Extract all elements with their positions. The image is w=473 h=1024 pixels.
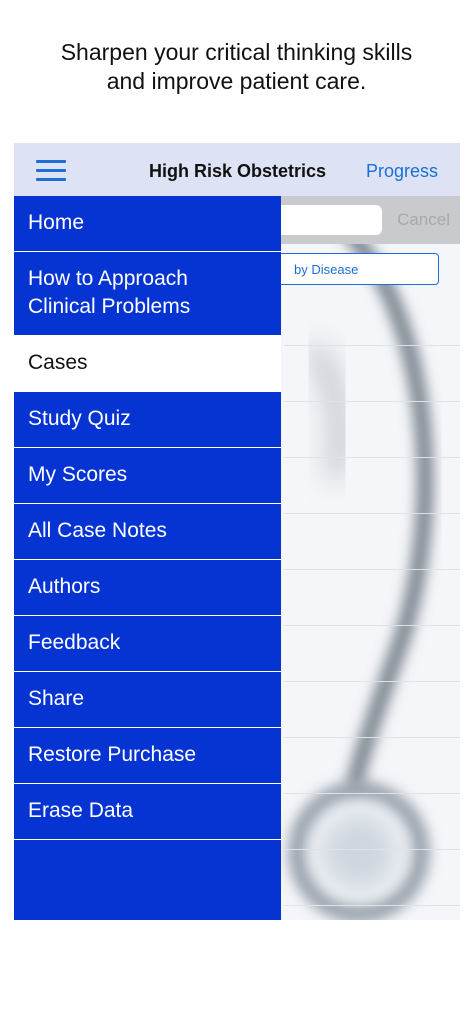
menu-item-label-line-1: How to Approach <box>28 267 188 290</box>
menu-item-feedback[interactable]: Feedback <box>14 616 281 672</box>
menu-item-label: Study Quiz <box>28 407 131 430</box>
side-menu: Home How to Approach Clinical Problems C… <box>14 196 281 920</box>
menu-item-share[interactable]: Share <box>14 672 281 728</box>
list-divider <box>284 513 460 514</box>
app-screen: High Risk Obstetrics Progress Cancel by … <box>14 143 460 920</box>
page-title: High Risk Obstetrics <box>149 161 327 181</box>
menu-item-label: Home <box>28 211 85 234</box>
hamburger-icon[interactable] <box>36 160 66 182</box>
menu-item-study-quiz[interactable]: Study Quiz <box>14 392 281 448</box>
navigation-bar: High Risk Obstetrics Progress <box>14 143 460 197</box>
list-divider <box>284 849 460 850</box>
menu-item-cases[interactable]: Cases <box>14 336 281 392</box>
menu-item-my-scores[interactable]: My Scores <box>14 448 281 504</box>
search-cancel-button[interactable]: Cancel <box>397 210 450 230</box>
menu-item-restore-purchase[interactable]: Restore Purchase <box>14 728 281 784</box>
menu-item-label: Erase Data <box>28 799 134 822</box>
list-divider <box>284 793 460 794</box>
list-divider <box>284 345 460 346</box>
menu-item-all-case-notes[interactable]: All Case Notes <box>14 504 281 560</box>
menu-item-label: Feedback <box>28 631 121 654</box>
menu-item-erase-data[interactable]: Erase Data <box>14 784 281 840</box>
menu-item-label: My Scores <box>28 463 128 486</box>
menu-item-home[interactable]: Home <box>14 196 281 252</box>
menu-item-label-line-2: Clinical Problems <box>28 295 191 318</box>
menu-item-label: Restore Purchase <box>28 743 197 766</box>
menu-item-authors[interactable]: Authors <box>14 560 281 616</box>
menu-item-label: Cases <box>28 351 88 374</box>
list-divider <box>284 457 460 458</box>
menu-item-label: All Case Notes <box>28 519 167 542</box>
menu-item-label: Authors <box>28 575 101 598</box>
list-divider <box>284 681 460 682</box>
promo-caption-line-1: Sharpen your critical thinking skills <box>60 39 413 65</box>
list-divider <box>284 401 460 402</box>
menu-item-label: Share <box>28 687 85 710</box>
menu-item-how-to-approach[interactable]: How to Approach Clinical Problems <box>14 252 281 336</box>
segment-by-disease[interactable]: by Disease <box>294 262 358 277</box>
progress-button[interactable]: Progress <box>366 161 438 182</box>
list-divider <box>284 569 460 570</box>
list-divider <box>284 737 460 738</box>
promo-caption: Sharpen your critical thinking skills an… <box>0 38 473 96</box>
list-divider <box>284 905 460 906</box>
list-divider <box>284 625 460 626</box>
promo-caption-line-2: and improve patient care. <box>106 68 367 94</box>
